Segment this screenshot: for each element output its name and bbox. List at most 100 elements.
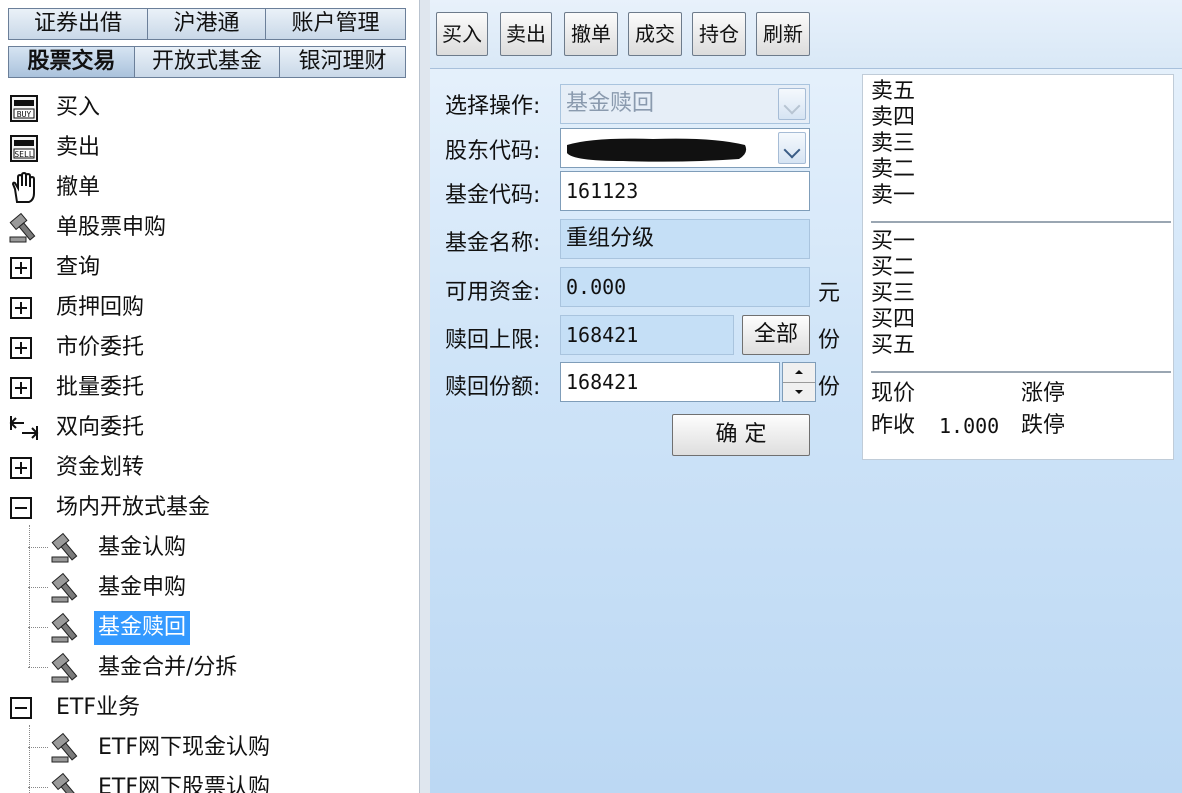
fund-name-field: 重组分级 — [560, 219, 810, 259]
collapse-minus-icon[interactable] — [10, 697, 32, 719]
sell-level-1: 卖一 — [871, 183, 916, 208]
tree-label: 双向委托 — [56, 415, 145, 440]
tree-connector — [28, 747, 48, 748]
expand-plus-icon[interactable] — [10, 297, 32, 319]
gavel-icon — [51, 772, 78, 793]
chevron-down-icon — [778, 88, 806, 120]
gavel-icon — [51, 652, 78, 683]
sell-level-5: 卖五 — [871, 79, 916, 104]
available-funds-label: 可用资金: — [445, 280, 541, 305]
quote-divider — [871, 371, 1171, 373]
redeem-amount-input[interactable]: 168421 — [560, 362, 780, 402]
toolbar-positions-button[interactable]: 持仓 — [692, 12, 746, 56]
tree-label: 基金申购 — [98, 575, 187, 600]
expand-plus-icon[interactable] — [10, 457, 32, 479]
tree-item-etf[interactable]: ETF业务 — [0, 689, 420, 725]
tree-label: 场内开放式基金 — [56, 495, 211, 520]
shares-unit: 份 — [818, 328, 841, 353]
tree-label: 市价委托 — [56, 335, 145, 360]
left-navigation-pane: 证券出借 沪港通 账户管理 股票交易 开放式基金 银河理财 BUY 买入 SEL… — [0, 0, 420, 793]
tree-label-selected: 基金赎回 — [94, 611, 191, 645]
tree-item-fund-merge-split[interactable]: 基金合并/分拆 — [0, 649, 420, 685]
tree-connector — [28, 627, 48, 628]
toolbar-sell-button[interactable]: 卖出 — [500, 12, 552, 56]
tree-item-sell[interactable]: SELL 卖出 — [0, 129, 420, 165]
spin-up-icon[interactable] — [783, 363, 815, 383]
holder-code-select[interactable] — [560, 128, 810, 168]
sell-level-2: 卖二 — [871, 157, 916, 182]
toolbar-buy-button[interactable]: 买入 — [436, 12, 488, 56]
limit-down-label: 跌停 — [1021, 413, 1066, 438]
tree-item-etf-stock-sub[interactable]: ETF网下股票认购 — [0, 769, 420, 793]
tree-item-otc-fund[interactable]: 场内开放式基金 — [0, 489, 420, 525]
tree-item-market-order[interactable]: 市价委托 — [0, 329, 420, 365]
buy-level-3: 买三 — [871, 281, 916, 306]
collapse-minus-icon[interactable] — [10, 497, 32, 519]
buy-level-4: 买四 — [871, 307, 916, 332]
tree-item-fund-subscribe[interactable]: 基金认购 — [0, 529, 420, 565]
svg-text:SELL: SELL — [14, 150, 33, 159]
fund-code-input[interactable]: 161123 — [560, 171, 810, 211]
prev-close-label: 昨收 — [871, 413, 916, 438]
tree-connector — [28, 547, 48, 548]
current-price-label: 现价 — [871, 381, 916, 406]
tree-label: ETF网下股票认购 — [98, 775, 270, 793]
tree-label: 买入 — [56, 95, 101, 120]
tree-label: 基金合并/分拆 — [98, 655, 238, 680]
chevron-down-icon[interactable] — [778, 132, 806, 164]
quote-panel: 卖五 卖四 卖三 卖二 卖一 买一 买二 买三 买四 买五 现价 涨停 昨收 1… — [862, 74, 1174, 460]
tree-item-cancel[interactable]: 撤单 — [0, 169, 420, 205]
expand-plus-icon[interactable] — [10, 337, 32, 359]
expand-plus-icon[interactable] — [10, 257, 32, 279]
tree-connector — [28, 587, 48, 588]
tree-item-fund-redeem[interactable]: 基金赎回 — [0, 609, 420, 645]
spin-down-icon[interactable] — [783, 383, 815, 401]
trade-panel: 买入 卖出 撤单 成交 持仓 刷新 选择操作: 基金赎回 股东代码: 基金代码:… — [430, 0, 1182, 793]
buy-icon: BUY — [10, 95, 38, 122]
tree-item-fund-purchase[interactable]: 基金申购 — [0, 569, 420, 605]
tab-galaxy-wealth[interactable]: 银河理财 — [279, 46, 406, 78]
tab-shanghai-hk-connect[interactable]: 沪港通 — [147, 8, 266, 40]
tree-item-pledge-repo[interactable]: 质押回购 — [0, 289, 420, 325]
action-toolbar: 买入 卖出 撤单 成交 持仓 刷新 — [430, 0, 1182, 69]
yuan-unit: 元 — [818, 281, 841, 306]
tree-item-two-way-order[interactable]: 双向委托 — [0, 409, 420, 445]
expand-plus-icon[interactable] — [10, 377, 32, 399]
tree-connector — [28, 787, 48, 788]
amount-spinner[interactable] — [782, 362, 816, 402]
tab-stock-trading[interactable]: 股票交易 — [8, 46, 135, 78]
tree-item-fund-transfer[interactable]: 资金划转 — [0, 449, 420, 485]
operation-select[interactable]: 基金赎回 — [560, 84, 810, 124]
confirm-button[interactable]: 确 定 — [672, 414, 810, 456]
tab-account-management[interactable]: 账户管理 — [265, 8, 406, 40]
tree-label: 单股票申购 — [56, 215, 167, 240]
tree-item-etf-cash-sub[interactable]: ETF网下现金认购 — [0, 729, 420, 765]
tree-item-batch-order[interactable]: 批量委托 — [0, 369, 420, 405]
tree-item-single-ipo[interactable]: 单股票申购 — [0, 209, 420, 245]
sell-icon: SELL — [10, 135, 38, 162]
fund-code-label: 基金代码: — [445, 183, 541, 208]
toolbar-cancel-button[interactable]: 撤单 — [564, 12, 618, 56]
tab-open-end-fund[interactable]: 开放式基金 — [134, 46, 280, 78]
tree-item-buy[interactable]: BUY 买入 — [0, 89, 420, 125]
two-way-arrow-icon — [9, 416, 39, 440]
sell-level-3: 卖三 — [871, 131, 916, 156]
tree-label: ETF网下现金认购 — [98, 735, 270, 760]
gavel-icon — [51, 732, 78, 763]
toolbar-trades-button[interactable]: 成交 — [628, 12, 682, 56]
prev-close-value: 1.000 — [939, 414, 1000, 438]
pane-splitter[interactable] — [419, 0, 430, 793]
tree-label: 卖出 — [56, 135, 101, 160]
tree-label: 查询 — [56, 255, 101, 280]
buy-level-2: 买二 — [871, 255, 916, 280]
tree-item-query[interactable]: 查询 — [0, 249, 420, 285]
buy-level-1: 买一 — [871, 229, 916, 254]
toolbar-refresh-button[interactable]: 刷新 — [756, 12, 810, 56]
tab-securities-lending[interactable]: 证券出借 — [8, 8, 148, 40]
all-button[interactable]: 全部 — [742, 315, 810, 355]
shares-unit: 份 — [818, 375, 841, 400]
tree-label: 批量委托 — [56, 375, 145, 400]
tree-label: 资金划转 — [56, 455, 145, 480]
gavel-icon — [51, 572, 78, 603]
tree-label: 质押回购 — [56, 295, 145, 320]
